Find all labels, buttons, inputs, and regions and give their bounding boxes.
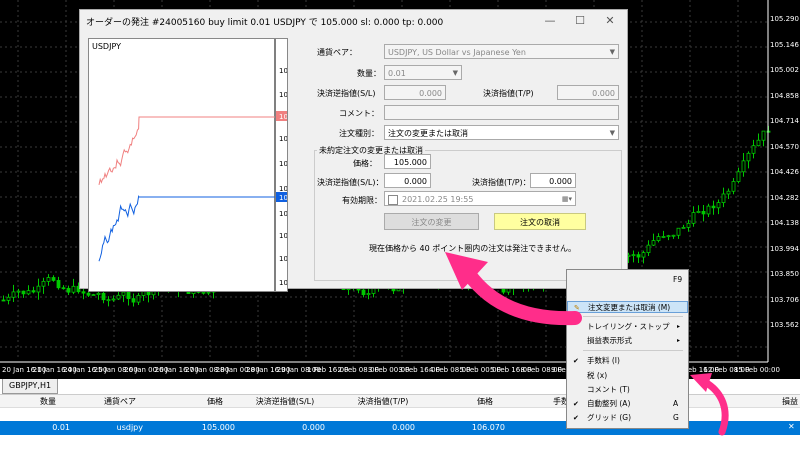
annotation-arrows (445, 252, 729, 436)
arrow-head-menu-icon (690, 373, 712, 392)
arrow-to-menu-icon (701, 378, 729, 436)
arrow-to-dialog-icon (458, 261, 582, 326)
